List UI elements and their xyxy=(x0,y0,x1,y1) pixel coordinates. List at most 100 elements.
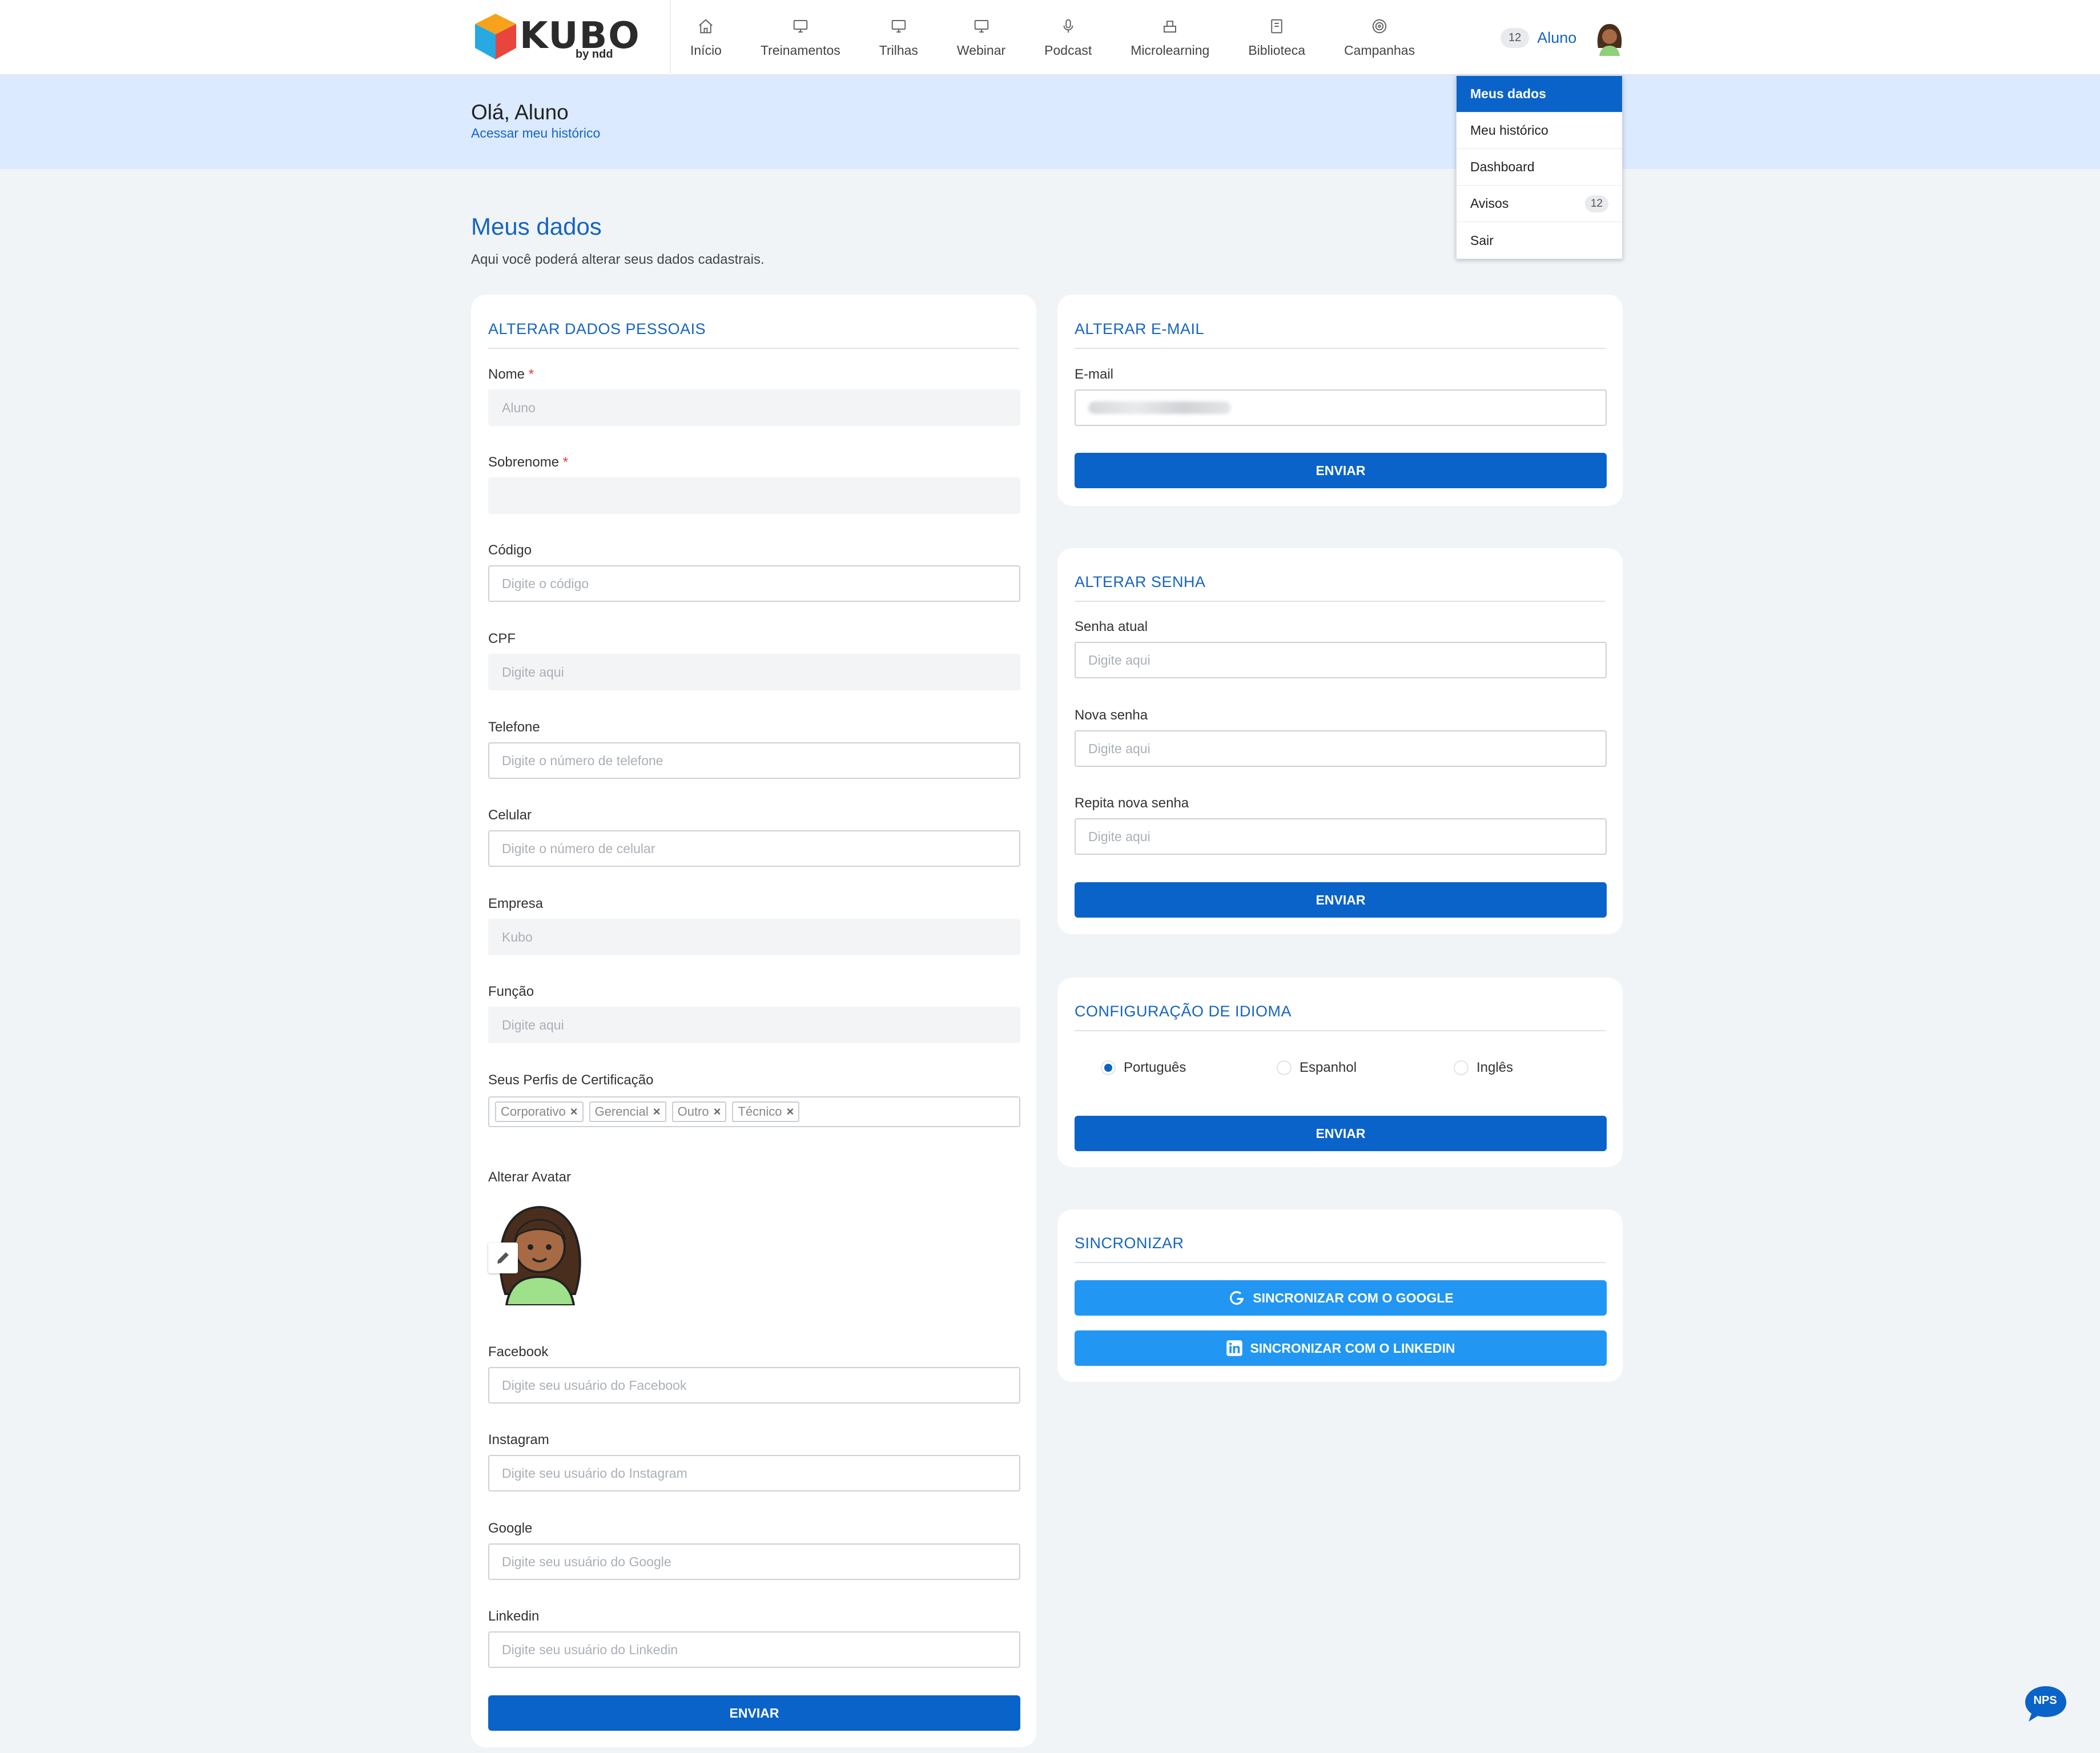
sync-card: SINCRONIZAR SINCRONIZAR COM O GOOGLE SIN… xyxy=(1057,1209,1623,1382)
perfis-label: Seus Perfis de Certificação xyxy=(488,1072,654,1088)
remove-tag-icon[interactable]: × xyxy=(653,1104,661,1119)
telefone-label: Telefone xyxy=(488,719,540,735)
card-title: ALTERAR SENHA xyxy=(1075,573,1206,590)
menu-item-avisos[interactable]: Avisos 12 xyxy=(1457,186,1622,222)
tag-chip: Outro × xyxy=(671,1101,727,1122)
user-menu-toggle[interactable]: 12 Aluno xyxy=(1500,19,1628,56)
google-label: Google xyxy=(488,1521,533,1536)
linkedin-label: Linkedin xyxy=(488,1609,540,1624)
history-link[interactable]: Acessar meu histórico xyxy=(471,126,600,141)
language-option-portugues[interactable]: Português xyxy=(1101,1060,1186,1076)
radio-label: Português xyxy=(1124,1060,1186,1075)
nav-item-podcast[interactable]: Podcast xyxy=(1025,0,1111,75)
sync-linkedin-button[interactable]: SINCRONIZAR COM O LINKEDIN xyxy=(1075,1330,1607,1366)
monitor-icon xyxy=(891,19,906,33)
radio-unselected[interactable] xyxy=(1277,1060,1292,1075)
user-name: Aluno xyxy=(1537,29,1577,46)
celular-label: Celular xyxy=(488,807,532,823)
book-icon xyxy=(1271,19,1282,33)
nav-item-campanhas[interactable]: Campanhas xyxy=(1325,0,1434,75)
nav-item-treinamentos[interactable]: Treinamentos xyxy=(741,0,860,75)
divider xyxy=(1075,1262,1606,1263)
language-option-ingles[interactable]: Inglês xyxy=(1454,1060,1513,1076)
target-icon xyxy=(1372,19,1387,33)
language-submit-button[interactable]: ENVIAR xyxy=(1075,1116,1607,1151)
sync-google-button[interactable]: SINCRONIZAR COM O GOOGLE xyxy=(1075,1280,1607,1316)
remove-tag-icon[interactable]: × xyxy=(570,1104,578,1119)
remove-tag-icon[interactable]: × xyxy=(714,1104,721,1119)
remove-tag-icon[interactable]: × xyxy=(787,1104,794,1119)
nome-label: Nome * xyxy=(488,367,534,382)
google-input[interactable]: Digite seu usuário do Google xyxy=(488,1543,1020,1580)
nps-label: NPS xyxy=(2033,1694,2057,1707)
linkedin-input[interactable]: Digite seu usuário do Linkedin xyxy=(488,1631,1020,1668)
nav-label: Trilhas xyxy=(879,42,918,58)
nav-label: Podcast xyxy=(1044,42,1092,58)
password-card: ALTERAR SENHA Senha atual Digite aqui No… xyxy=(1057,548,1623,934)
nav-label: Treinamentos xyxy=(760,42,840,58)
email-label: E-mail xyxy=(1075,367,1114,382)
instagram-input[interactable]: Digite seu usuário do Instagram xyxy=(488,1455,1020,1491)
certification-tags-input[interactable]: Corporativo × Gerencial × Outro × Técnico × xyxy=(488,1096,1020,1127)
sobrenome-label: Sobrenome * xyxy=(488,455,569,470)
notification-badge: 12 xyxy=(1500,27,1530,48)
new-password-input[interactable]: Digite aqui xyxy=(1075,730,1607,767)
menu-item-dashboard[interactable]: Dashboard xyxy=(1457,149,1622,186)
divider xyxy=(488,348,1019,349)
funcao-label: Função xyxy=(488,984,534,999)
card-title: CONFIGURAÇÃO DE IDIOMA xyxy=(1075,1003,1292,1020)
current-password-input[interactable]: Digite aqui xyxy=(1075,642,1607,678)
radio-selected[interactable] xyxy=(1101,1060,1116,1075)
facebook-label: Facebook xyxy=(488,1344,549,1360)
cpf-field: Digite aqui xyxy=(488,654,1020,690)
monitor-icon xyxy=(974,19,988,33)
nav-label: Biblioteca xyxy=(1248,42,1306,58)
tag-chip: Técnico × xyxy=(732,1101,800,1122)
avatar-label: Alterar Avatar xyxy=(488,1169,571,1185)
funcao-field: Digite aqui xyxy=(488,1007,1020,1043)
radio-unselected[interactable] xyxy=(1454,1060,1469,1075)
codigo-input[interactable]: Digite o código xyxy=(488,565,1020,602)
avatar-editor[interactable] xyxy=(488,1197,591,1306)
menu-item-meu-historico[interactable]: Meu histórico xyxy=(1457,112,1622,149)
password-submit-button[interactable]: ENVIAR xyxy=(1075,882,1607,918)
nav-item-webinar[interactable]: Webinar xyxy=(938,0,1025,75)
email-card: ALTERAR E-MAIL E-mail ENVIAR xyxy=(1057,295,1623,506)
page-subtitle: Aqui você poderá alterar seus dados cada… xyxy=(471,252,765,267)
user-dropdown-menu: Meus dados Meu histórico Dashboard Aviso… xyxy=(1456,75,1623,259)
language-option-espanhol[interactable]: Espanhol xyxy=(1277,1060,1357,1076)
edit-avatar-button[interactable] xyxy=(488,1243,518,1273)
tag-chip: Gerencial × xyxy=(589,1101,666,1122)
cube-logo-icon xyxy=(475,14,516,59)
nav-item-biblioteca[interactable]: Biblioteca xyxy=(1229,0,1325,75)
codigo-label: Código xyxy=(488,542,532,558)
cpf-label: CPF xyxy=(488,631,516,646)
instagram-label: Instagram xyxy=(488,1432,549,1448)
nav-item-trilhas[interactable]: Trilhas xyxy=(860,0,938,75)
empresa-field: Kubo xyxy=(488,919,1020,955)
celular-input[interactable]: Digite o número de celular xyxy=(488,830,1020,867)
divider xyxy=(1075,601,1606,602)
redacted-email xyxy=(1088,401,1231,414)
telefone-input[interactable]: Digite o número de telefone xyxy=(488,742,1020,779)
card-title: ALTERAR E-MAIL xyxy=(1075,320,1205,337)
nps-button[interactable]: NPS xyxy=(2024,1685,2069,1723)
personal-submit-button[interactable]: ENVIAR xyxy=(488,1695,1020,1731)
kubo-logo[interactable]: KUBO by ndd xyxy=(474,10,639,65)
menu-item-sair[interactable]: Sair xyxy=(1457,222,1622,259)
email-input[interactable] xyxy=(1075,389,1607,426)
repeat-password-input[interactable]: Digite aqui xyxy=(1075,818,1607,855)
facebook-input[interactable]: Digite seu usuário do Facebook xyxy=(488,1367,1020,1404)
logo-byline: by ndd xyxy=(576,48,613,61)
repeat-password-label: Repita nova senha xyxy=(1075,795,1189,811)
email-submit-button[interactable]: ENVIAR xyxy=(1075,453,1607,488)
card-title: SINCRONIZAR xyxy=(1075,1235,1184,1252)
radio-label: Inglês xyxy=(1477,1060,1514,1075)
nome-field: Aluno xyxy=(488,389,1020,426)
menu-item-meus-dados[interactable]: Meus dados xyxy=(1457,76,1622,112)
user-avatar-icon xyxy=(1598,24,1622,56)
pencil-icon xyxy=(497,1252,509,1264)
personal-data-card: ALTERAR DADOS PESSOAIS Nome * Aluno Sobr… xyxy=(471,295,1036,1747)
nav-item-microlearning[interactable]: Microlearning xyxy=(1111,0,1229,75)
nav-item-inicio[interactable]: Início xyxy=(671,0,741,75)
